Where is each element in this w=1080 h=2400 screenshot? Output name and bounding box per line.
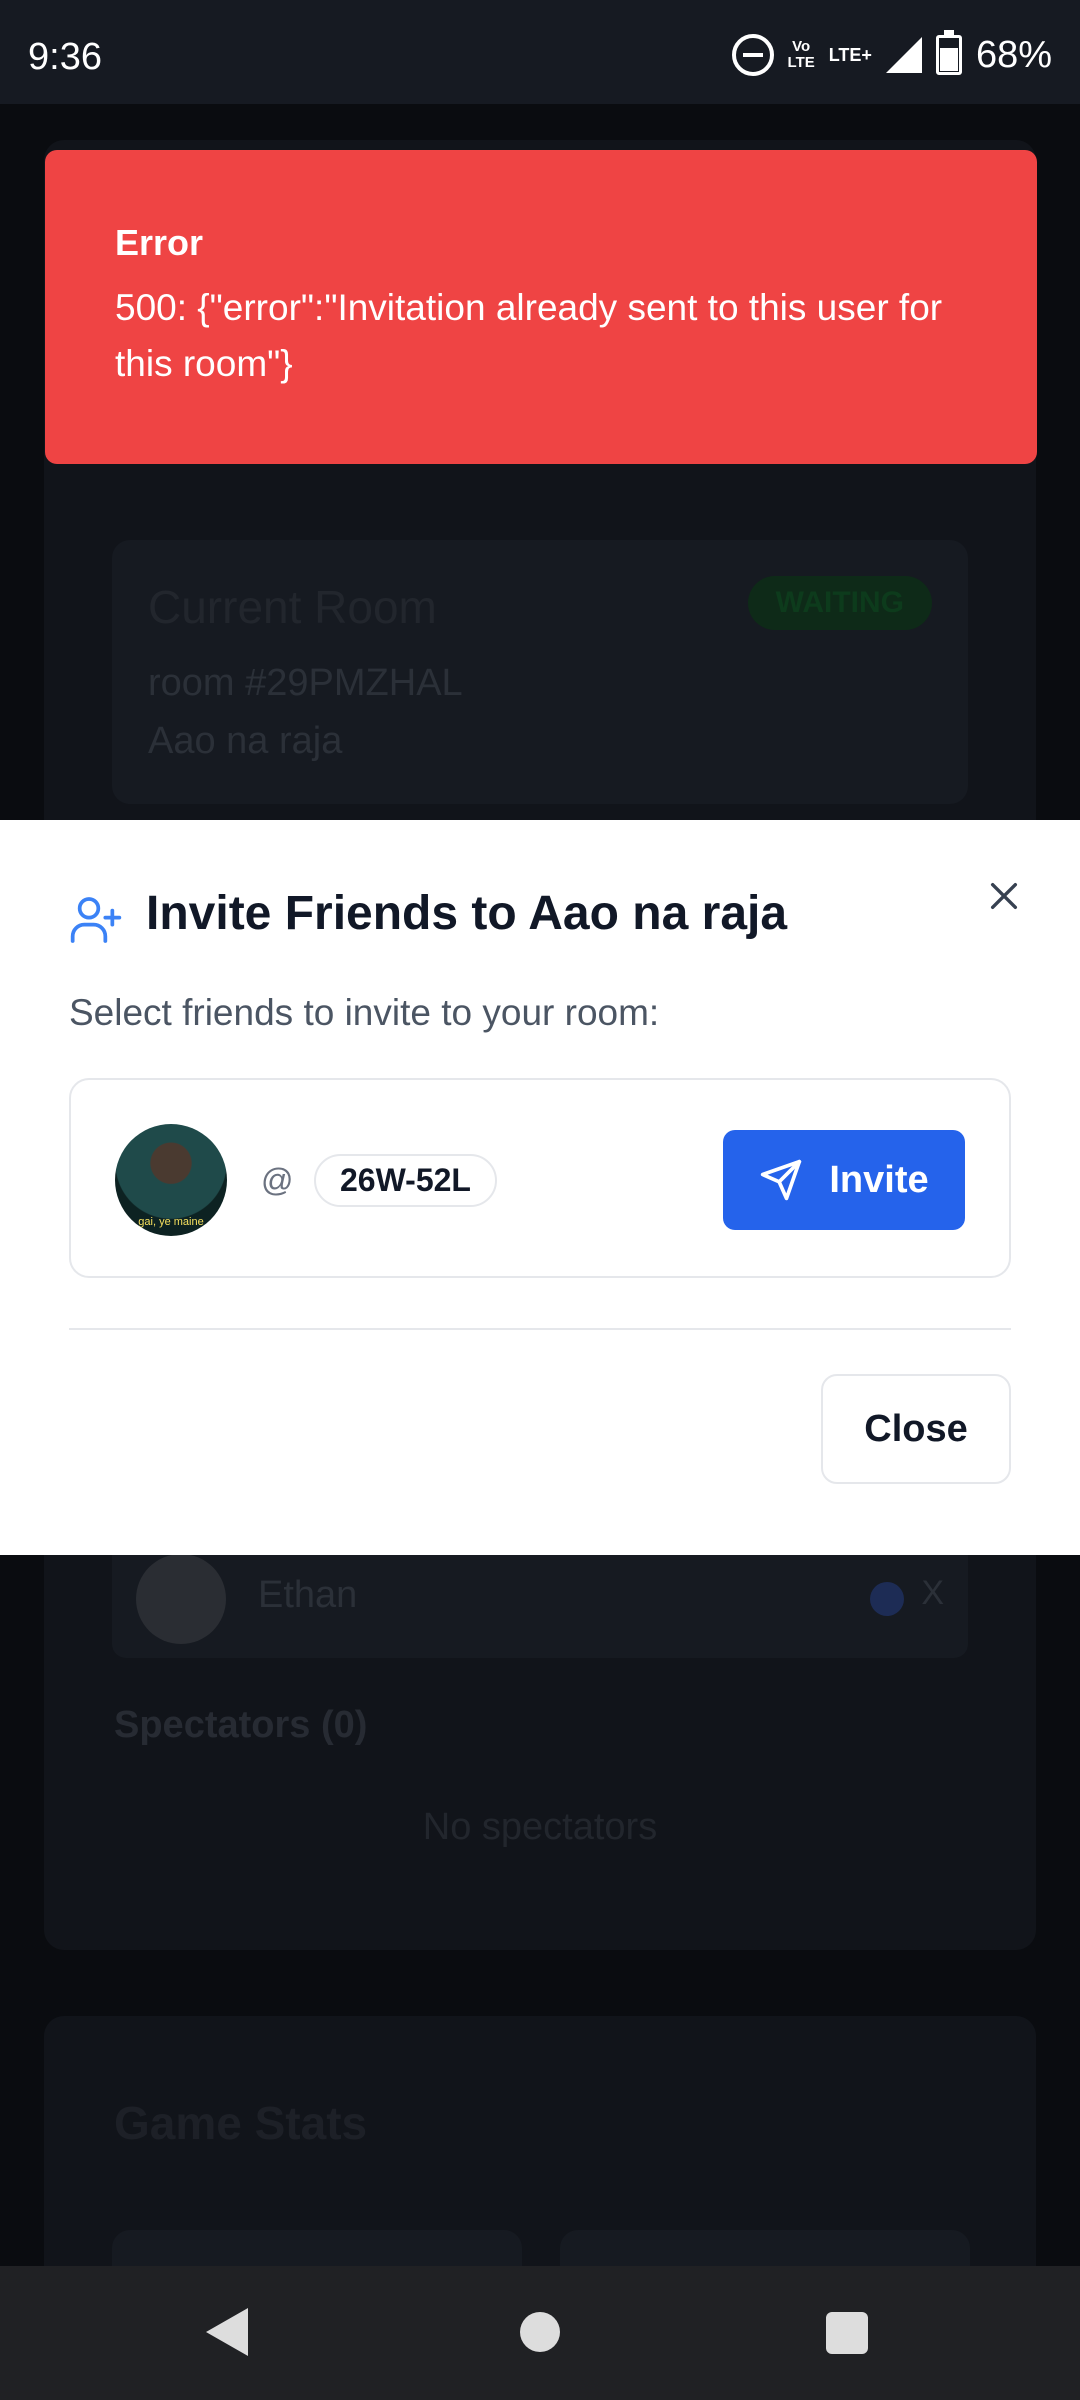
player-status-dot (870, 1582, 904, 1616)
battery-percent: 68% (975, 33, 1052, 76)
room-name: Aao na raja (148, 720, 343, 762)
remove-player-button: X (921, 1574, 944, 1612)
error-title: Error (115, 222, 204, 263)
recents-icon[interactable] (826, 2312, 868, 2354)
status-icons: Vo LTE LTE+ 68% (731, 30, 1052, 80)
send-icon (761, 1159, 802, 1201)
invite-label: Invite (829, 1158, 929, 1201)
game-stats-title: Game Stats (114, 2097, 368, 2149)
invite-button[interactable]: Invite (723, 1130, 965, 1230)
player-row: Ethan X (112, 1540, 968, 1658)
status-time: 9:36 (28, 36, 102, 78)
navigation-bar (0, 2266, 1080, 2400)
home-icon[interactable] (520, 2312, 560, 2352)
back-icon[interactable] (206, 2308, 248, 2356)
error-toast[interactable]: Error 500: {"error":"Invitation already … (45, 150, 1037, 464)
current-room-card: Current Room WAITING room #29PMZHAL Aao … (112, 540, 968, 804)
user-plus-icon (70, 897, 122, 943)
spectators-heading: Spectators (0) (114, 1704, 368, 1746)
modal-title: Invite Friends to Aao na raja (146, 887, 788, 940)
friend-handle: 26W-52L (314, 1154, 497, 1207)
room-title: Current Room (148, 581, 437, 633)
error-message: 500: {"error":"Invitation already sent t… (115, 287, 943, 384)
player-name: Ethan (258, 1574, 358, 1616)
close-icon[interactable] (976, 868, 1032, 924)
close-button[interactable]: Close (821, 1374, 1011, 1484)
battery-icon (935, 30, 962, 75)
status-badge: WAITING (747, 576, 932, 630)
avatar (136, 1554, 226, 1644)
do-not-disturb-icon (731, 34, 774, 76)
at-symbol: @ (261, 1162, 294, 1198)
divider (69, 1328, 1011, 1330)
modal-subtitle: Select friends to invite to your room: (69, 992, 660, 1033)
status-bar: 9:36 Vo LTE LTE+ 68% (0, 0, 1080, 104)
avatar: gai, ye maine (115, 1124, 227, 1236)
lte-icon: LTE+ (828, 45, 872, 65)
no-spectators-text: No spectators (422, 1806, 658, 1848)
volte-icon: Vo LTE (787, 38, 815, 71)
invite-friends-modal: Invite Friends to Aao na raja Select fri… (0, 820, 1080, 1555)
room-code: room #29PMZHAL (148, 662, 463, 704)
signal-icon (885, 37, 922, 73)
friend-list-item: gai, ye maine @ 26W-52L Invite (69, 1078, 1011, 1278)
